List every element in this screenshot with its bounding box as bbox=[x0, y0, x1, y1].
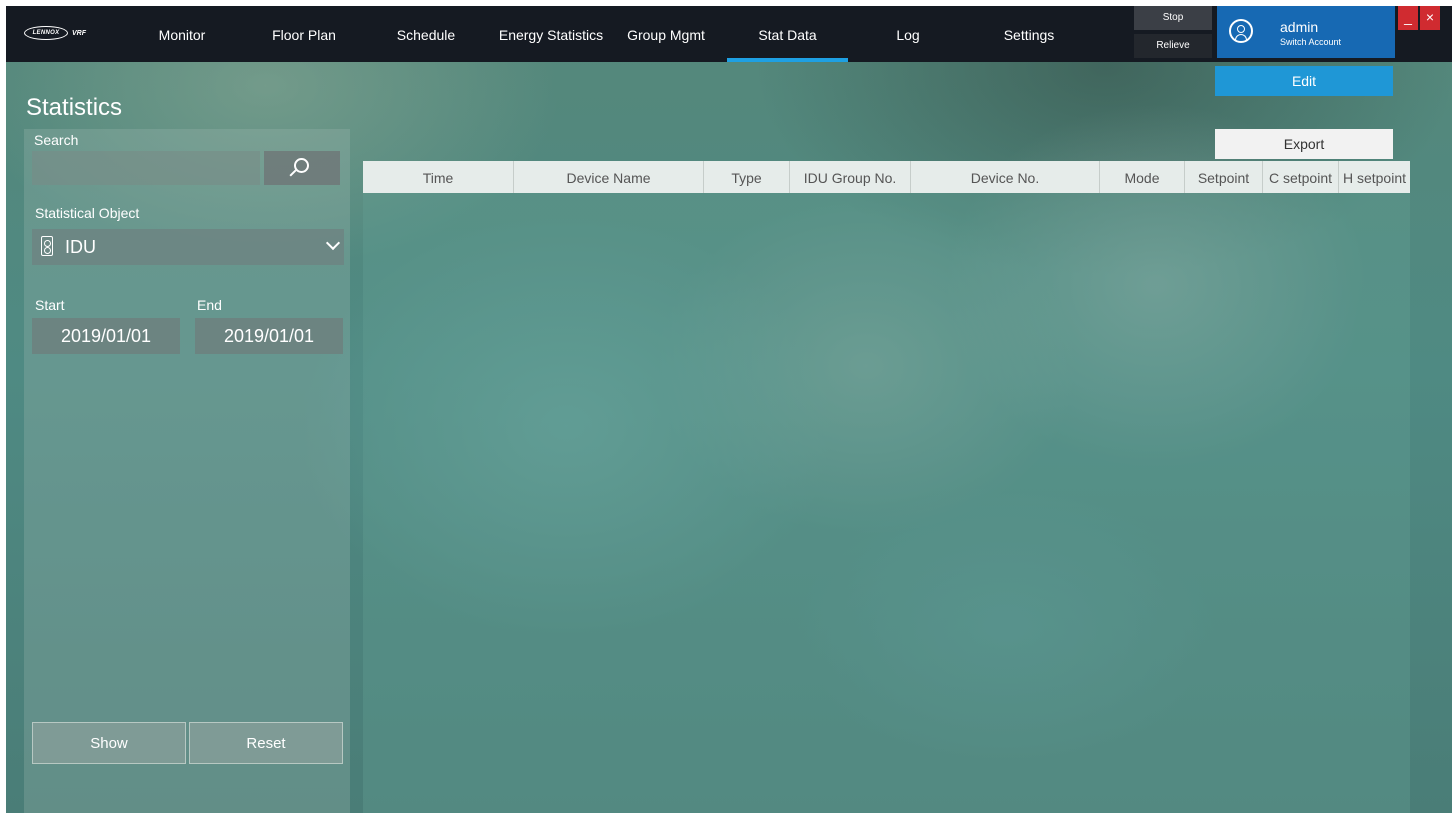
tab-floor-plan[interactable]: Floor Plan bbox=[264, 6, 344, 62]
column-header-device-name[interactable]: Device Name bbox=[514, 161, 704, 193]
column-header-h-setpoint[interactable]: H setpoint bbox=[1339, 161, 1410, 193]
stat-data-table: Time Device Name Type IDU Group No. Devi… bbox=[363, 161, 1410, 813]
app-window: LENNOX VRF Monitor Floor Plan Schedule E… bbox=[6, 6, 1452, 813]
search-button[interactable] bbox=[264, 151, 340, 185]
filter-panel: Search Statistical Object IDU Start End … bbox=[24, 129, 350, 813]
page-title: Statistics bbox=[26, 94, 123, 121]
start-label: Start bbox=[35, 297, 65, 313]
search-label: Search bbox=[34, 132, 79, 148]
end-label: End bbox=[197, 297, 222, 313]
user-account-box[interactable]: admin Switch Account bbox=[1217, 6, 1395, 58]
column-header-type[interactable]: Type bbox=[704, 161, 790, 193]
relieve-button[interactable]: Relieve bbox=[1134, 34, 1212, 58]
tab-energy-statistics[interactable]: Energy Statistics bbox=[490, 6, 612, 62]
chevron-down-icon bbox=[325, 235, 341, 251]
stop-button[interactable]: Stop bbox=[1134, 6, 1212, 30]
search-input[interactable] bbox=[32, 151, 260, 185]
column-header-idu-group-no[interactable]: IDU Group No. bbox=[790, 161, 911, 193]
user-icon bbox=[1229, 19, 1253, 43]
column-header-device-no[interactable]: Device No. bbox=[911, 161, 1100, 193]
start-date-field[interactable]: 2019/01/01 bbox=[32, 318, 180, 354]
statistical-object-label: Statistical Object bbox=[35, 205, 140, 221]
column-header-time[interactable]: Time bbox=[363, 161, 514, 193]
table-header: Time Device Name Type IDU Group No. Devi… bbox=[363, 161, 1410, 193]
logo-text: LENNOX bbox=[24, 26, 68, 40]
statistical-object-select[interactable]: IDU bbox=[32, 229, 344, 265]
column-header-setpoint[interactable]: Setpoint bbox=[1185, 161, 1263, 193]
tab-monitor[interactable]: Monitor bbox=[146, 6, 218, 62]
end-date-field[interactable]: 2019/01/01 bbox=[195, 318, 343, 354]
tab-group-mgmt[interactable]: Group Mgmt bbox=[620, 6, 712, 62]
column-header-mode[interactable]: Mode bbox=[1100, 161, 1185, 193]
statistical-object-value: IDU bbox=[65, 237, 96, 257]
minimize-button[interactable]: _ bbox=[1398, 6, 1418, 30]
edit-button[interactable]: Edit bbox=[1215, 66, 1393, 96]
tab-stat-data[interactable]: Stat Data bbox=[727, 6, 848, 62]
tab-log[interactable]: Log bbox=[878, 6, 938, 62]
search-icon-handle bbox=[289, 169, 297, 177]
top-navigation-bar: LENNOX VRF Monitor Floor Plan Schedule E… bbox=[6, 6, 1452, 62]
tab-schedule[interactable]: Schedule bbox=[388, 6, 464, 62]
idu-icon bbox=[41, 236, 53, 256]
logo-suffix: VRF bbox=[72, 29, 86, 37]
reset-button[interactable]: Reset bbox=[189, 722, 343, 764]
export-button[interactable]: Export bbox=[1215, 129, 1393, 159]
close-button[interactable]: × bbox=[1420, 6, 1440, 30]
user-name: admin bbox=[1280, 19, 1319, 35]
tab-settings[interactable]: Settings bbox=[992, 6, 1066, 62]
show-button[interactable]: Show bbox=[32, 722, 186, 764]
switch-account-link[interactable]: Switch Account bbox=[1280, 37, 1341, 47]
column-header-c-setpoint[interactable]: C setpoint bbox=[1263, 161, 1339, 193]
lennox-logo: LENNOX VRF bbox=[24, 25, 86, 41]
